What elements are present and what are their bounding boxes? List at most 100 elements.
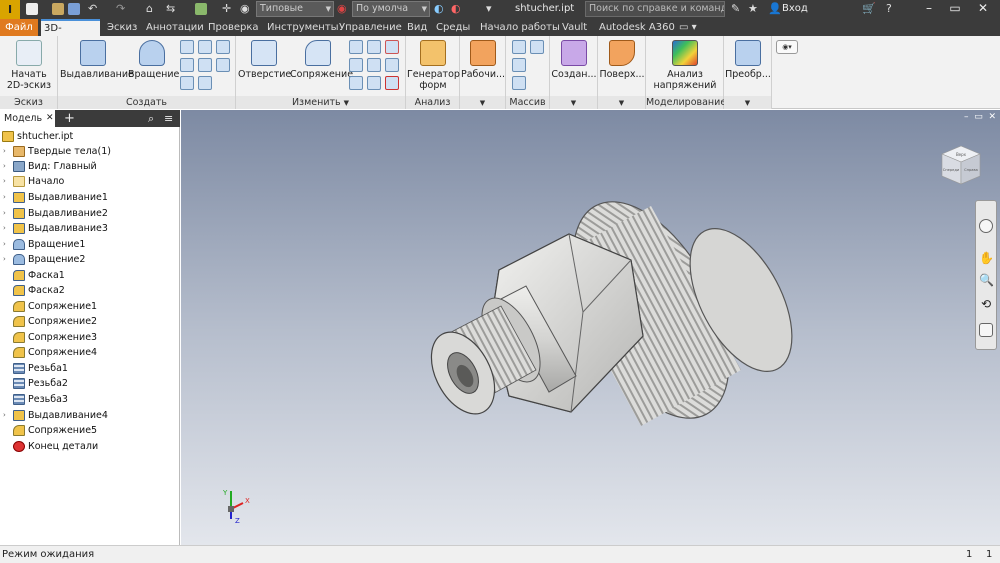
surface-button[interactable]: Поверх...	[599, 40, 645, 80]
cart-icon[interactable]: 🛒	[862, 2, 876, 16]
extrude-button[interactable]: Выдавливание	[60, 40, 134, 80]
help-search-input[interactable]: Поиск по справке и командам...	[585, 1, 725, 17]
panel-title-create2[interactable]: ▼	[550, 96, 597, 109]
shell-icon[interactable]	[367, 40, 381, 54]
open-file-icon[interactable]	[52, 3, 64, 15]
thicken-icon[interactable]	[385, 58, 399, 72]
tree-node-origin[interactable]: › Начало	[0, 174, 180, 189]
close-icon[interactable]: ✕	[972, 1, 994, 15]
expand-icon[interactable]: ›	[3, 221, 6, 236]
minimize-icon[interactable]: –	[918, 1, 940, 15]
tree-node-fillet3[interactable]: Сопряжение3	[0, 330, 180, 345]
close-icon[interactable]: ✕	[46, 110, 54, 127]
tree-node-fillet2[interactable]: Сопряжение2	[0, 314, 180, 329]
pan-icon[interactable]: ✋	[979, 251, 994, 265]
expand-icon[interactable]: ›	[3, 408, 6, 423]
shape-generator-button[interactable]: Генератор форм	[407, 40, 460, 91]
appearance-combo[interactable]: Типовые ▼	[256, 1, 334, 17]
tab-tools[interactable]: Инструменты	[264, 19, 342, 36]
rectangular-pattern-icon[interactable]	[512, 40, 526, 54]
viewcube-front-label[interactable]: Спереди	[943, 168, 960, 172]
zoom-icon[interactable]: 🔍	[979, 273, 994, 287]
tree-node-fillet1[interactable]: Сопряжение1	[0, 299, 180, 314]
tab-overflow-icon[interactable]: ▭ ▾	[676, 19, 700, 36]
panel-title-convert[interactable]: ▼	[724, 96, 771, 109]
mirror-icon[interactable]	[530, 40, 544, 54]
save-icon[interactable]	[68, 3, 80, 15]
panel-title-surface[interactable]: ▼	[598, 96, 645, 109]
ribbon-options-icon[interactable]: ◉▾	[776, 40, 798, 54]
tab-annotations[interactable]: Аннотации	[143, 19, 207, 36]
expand-icon[interactable]: ›	[3, 174, 6, 189]
tree-node-thread3[interactable]: Резьба3	[0, 392, 180, 407]
measure-icon[interactable]: ✛	[222, 2, 231, 16]
expand-icon[interactable]: ›	[3, 190, 6, 205]
tree-node-view[interactable]: › Вид: Главный	[0, 159, 180, 174]
tree-node-extrude4[interactable]: › Выдавливание4	[0, 408, 180, 423]
tree-node-end-of-part[interactable]: Конец детали	[0, 439, 180, 454]
expand-icon[interactable]: ›	[3, 252, 6, 267]
tree-node-part[interactable]: shtucher.ipt	[0, 129, 180, 144]
qat-overflow-icon[interactable]: ▾	[486, 2, 492, 16]
user-icon[interactable]: 👤	[768, 2, 782, 16]
tree-node-chamfer2[interactable]: Фаска2	[0, 283, 180, 298]
tree-node-extrude2[interactable]: › Выдавливание2	[0, 206, 180, 221]
emboss-icon[interactable]	[216, 40, 230, 54]
sweep-icon[interactable]	[198, 40, 212, 54]
tab-manage[interactable]: Управление	[336, 19, 405, 36]
tree-node-revolve1[interactable]: › Вращение1	[0, 237, 180, 252]
search-icon[interactable]: ✎	[731, 2, 740, 16]
steering-wheel-icon[interactable]	[979, 219, 993, 233]
tab-get-started[interactable]: Начало работы	[477, 19, 563, 36]
tree-node-extrude3[interactable]: › Выдавливание3	[0, 221, 180, 236]
tab-vault[interactable]: Vault	[559, 19, 590, 36]
tree-node-thread2[interactable]: Резьба2	[0, 376, 180, 391]
chamfer-icon[interactable]	[349, 40, 363, 54]
menu-icon[interactable]: ≡	[164, 110, 173, 127]
material-color-icon[interactable]: ◉	[337, 2, 347, 16]
rib-icon[interactable]	[198, 58, 212, 72]
tree-node-solid-bodies[interactable]: › Твердые тела(1)	[0, 144, 180, 159]
thread-icon[interactable]	[349, 76, 363, 90]
adjust-appearance-icon[interactable]: ◐	[434, 2, 444, 16]
coil-icon[interactable]	[180, 58, 194, 72]
tree-node-thread1[interactable]: Резьба1	[0, 361, 180, 376]
view-cube[interactable]: Верх Спереди Справа	[936, 140, 986, 190]
search-icon[interactable]: ⌕	[148, 110, 154, 127]
work-features-button[interactable]: Рабочи...	[461, 40, 505, 80]
viewcube-top-label[interactable]: Верх	[956, 152, 967, 157]
create-freeform-button[interactable]: Создан...	[551, 40, 597, 80]
split-icon[interactable]	[385, 40, 399, 54]
home-icon[interactable]: ⌂	[146, 2, 153, 16]
convert-button[interactable]: Преобр...	[725, 40, 771, 80]
viewcube-right-label[interactable]: Справа	[964, 168, 978, 172]
tab-view[interactable]: Вид	[404, 19, 430, 36]
tab-sketch[interactable]: Эскиз	[104, 19, 140, 36]
tab-a360[interactable]: Autodesk A360	[596, 19, 678, 36]
expand-icon[interactable]: ›	[3, 237, 6, 252]
help-icon[interactable]: ?	[886, 2, 892, 16]
maximize-icon[interactable]: ▭	[944, 1, 966, 15]
decal-icon[interactable]	[198, 76, 212, 90]
hole-button[interactable]: Отверстие	[238, 40, 291, 80]
tab-inspect[interactable]: Проверка	[205, 19, 262, 36]
redo-icon[interactable]: ↷	[116, 2, 125, 16]
delete-face-icon[interactable]	[385, 76, 399, 90]
combine-icon[interactable]	[367, 58, 381, 72]
expand-icon[interactable]: ›	[3, 206, 6, 221]
expand-icon[interactable]: ›	[3, 159, 6, 174]
expand-icon[interactable]: ›	[3, 144, 6, 159]
part-model[interactable]	[181, 110, 1000, 545]
circular-pattern-icon[interactable]	[512, 58, 526, 72]
new-file-icon[interactable]	[26, 3, 38, 15]
panel-title-modify[interactable]: Изменить ▼	[236, 96, 405, 109]
tree-node-chamfer1[interactable]: Фаска1	[0, 268, 180, 283]
revolve-button[interactable]: Вращение	[128, 40, 179, 80]
material-combo[interactable]: По умолча ▼	[352, 1, 430, 17]
undo-icon[interactable]: ↶	[88, 2, 97, 16]
tab-file[interactable]: Файл	[0, 19, 38, 36]
tree-node-fillet4[interactable]: Сопряжение4	[0, 345, 180, 360]
sketch-pattern-icon[interactable]	[512, 76, 526, 90]
loft-icon[interactable]	[180, 40, 194, 54]
clear-appearance-icon[interactable]: ◐	[451, 2, 461, 16]
